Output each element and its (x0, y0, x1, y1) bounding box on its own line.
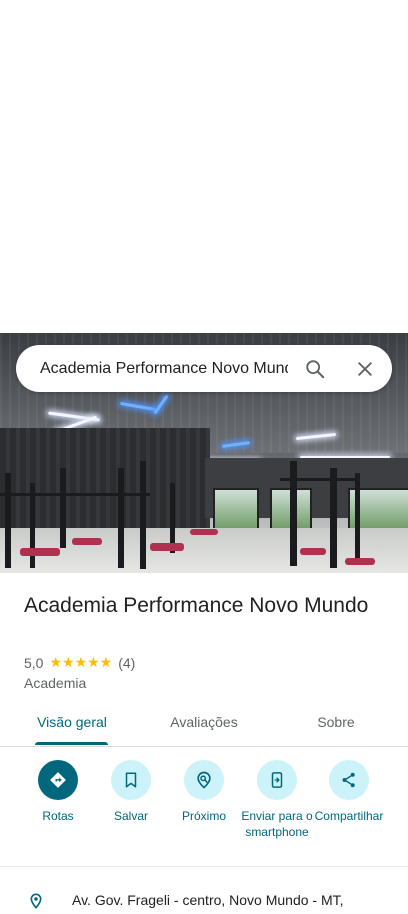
gym-bench (150, 543, 184, 551)
rating-row[interactable]: 5,0 ★★★★★ (4) (24, 654, 135, 671)
send-to-phone-label: Enviar para o smartphone (241, 809, 313, 839)
share-label: Compartilhar (314, 809, 384, 823)
save-label: Salvar (113, 809, 148, 823)
directions-label: Rotas (42, 809, 74, 823)
place-title: Academia Performance Novo Mundo (24, 594, 369, 617)
nearby-icon[interactable] (184, 760, 224, 800)
directions-icon[interactable] (38, 760, 78, 800)
nearby-button[interactable]: Próximo (163, 760, 245, 824)
tab-indicator (35, 742, 108, 745)
search-input[interactable]: Academia Performance Novo Mundo (40, 360, 288, 378)
review-count[interactable]: (4) (118, 655, 135, 671)
gym-bench (72, 538, 102, 545)
share-icon[interactable] (329, 760, 369, 800)
gym-machine (118, 468, 124, 568)
place-category[interactable]: Academia (24, 675, 86, 691)
tab-about[interactable]: Sobre (292, 714, 380, 730)
directions-button[interactable]: Rotas (17, 760, 99, 824)
map-area[interactable] (0, 0, 408, 333)
gym-machine (60, 468, 66, 548)
gym-machine (140, 461, 146, 569)
tab-overview[interactable]: Visão geral (28, 714, 116, 730)
gym-bench (20, 548, 60, 556)
save-button[interactable]: Salvar (90, 760, 172, 824)
gym-bench (300, 548, 326, 555)
address-row[interactable]: Av. Gov. Frageli - centro, Novo Mundo - … (0, 884, 408, 909)
tab-reviews[interactable]: Avaliações (160, 714, 248, 730)
rating-stars: ★★★★★ (49, 654, 113, 670)
gym-bench (345, 558, 375, 565)
location-pin-icon (28, 893, 44, 914)
nearby-label: Próximo (181, 809, 226, 823)
section-divider (0, 866, 408, 867)
close-icon[interactable] (352, 356, 378, 382)
gym-machine (5, 473, 11, 568)
bookmark-icon[interactable] (111, 760, 151, 800)
tab-bar: Visão geral Avaliações Sobre (0, 706, 408, 747)
gym-machine (355, 473, 360, 563)
photo-window (213, 488, 259, 532)
search-icon[interactable] (302, 356, 328, 382)
gym-bench (190, 529, 218, 535)
share-button[interactable]: Compartilhar (308, 760, 390, 824)
rating-value: 5,0 (24, 654, 44, 671)
send-to-phone-icon[interactable] (257, 760, 297, 800)
gym-machine (0, 493, 150, 496)
action-buttons: Rotas Salvar Próximo Enviar para o smart… (0, 760, 408, 860)
send-to-phone-button[interactable]: Enviar para o smartphone (236, 760, 318, 840)
gym-machine (330, 468, 337, 568)
gym-machine (290, 461, 297, 566)
gym-machine (280, 478, 360, 481)
search-bar[interactable]: Academia Performance Novo Mundo (16, 345, 392, 392)
